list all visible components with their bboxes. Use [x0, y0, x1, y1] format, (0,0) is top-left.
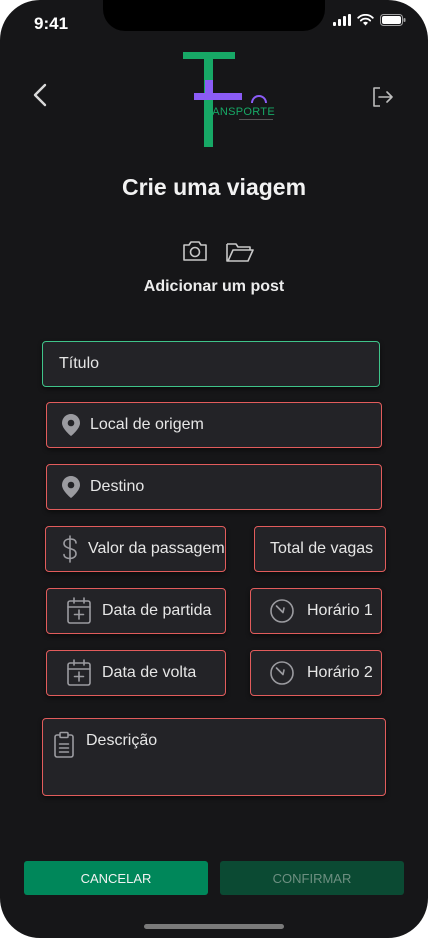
time-1-placeholder: Horário 1: [307, 602, 373, 619]
title-input-placeholder: Título: [59, 355, 100, 372]
logo-text: RANSPORTE: [204, 106, 275, 118]
description-placeholder: Descrição: [86, 732, 158, 749]
clock-icon: [270, 599, 294, 623]
location-pin-icon: [62, 414, 80, 436]
time-2-input[interactable]: Horário 2: [250, 650, 382, 696]
time-2-placeholder: Horário 2: [307, 664, 373, 681]
origin-input-placeholder: Local de origem: [90, 416, 204, 433]
wifi-icon: [357, 14, 374, 26]
status-icons: [333, 14, 406, 26]
departure-date-input[interactable]: Data de partida: [46, 588, 226, 634]
return-date-placeholder: Data de volta: [102, 664, 197, 681]
confirm-button[interactable]: CONFIRMAR: [220, 861, 404, 895]
time-1-input[interactable]: Horário 1: [250, 588, 382, 634]
logout-icon[interactable]: [371, 86, 395, 108]
price-input[interactable]: Valor da passagem: [45, 526, 226, 572]
battery-icon: [380, 14, 406, 26]
camera-icon[interactable]: [181, 239, 209, 263]
folder-icon[interactable]: [225, 240, 255, 264]
return-date-input[interactable]: Data de volta: [46, 650, 226, 696]
seats-input-placeholder: Total de vagas: [270, 540, 374, 557]
calendar-icon: [67, 597, 91, 624]
location-pin-icon: [62, 476, 80, 498]
status-time: 9:41: [34, 14, 69, 33]
page-title: Crie uma viagem: [121, 174, 307, 200]
destination-input-placeholder: Destino: [90, 478, 145, 495]
seats-input[interactable]: Total de vagas: [254, 526, 386, 572]
home-indicator: [144, 924, 284, 929]
add-post-label: Adicionar um post: [143, 278, 285, 295]
destination-input[interactable]: Destino: [46, 464, 382, 510]
device-notch: [103, 0, 325, 31]
price-input-placeholder: Valor da passagem: [88, 540, 225, 557]
calendar-icon: [67, 659, 91, 686]
back-arrow-icon[interactable]: [31, 82, 49, 108]
departure-date-placeholder: Data de partida: [102, 602, 212, 619]
logo-swoosh-icon: [251, 95, 267, 104]
description-textarea[interactable]: Descrição: [42, 718, 386, 796]
clipboard-icon: [54, 731, 74, 758]
title-input[interactable]: Título: [42, 341, 380, 387]
cancel-button[interactable]: CANCELAR: [24, 861, 208, 895]
dollar-icon: [63, 535, 77, 563]
phone-screen: 9:41 RANSPORTE Crie uma viagem Adicionar…: [0, 0, 428, 938]
app-logo: RANSPORTE: [183, 52, 275, 150]
signal-icon: [333, 14, 351, 26]
origin-input[interactable]: Local de origem: [46, 402, 382, 448]
clock-icon: [270, 661, 294, 685]
